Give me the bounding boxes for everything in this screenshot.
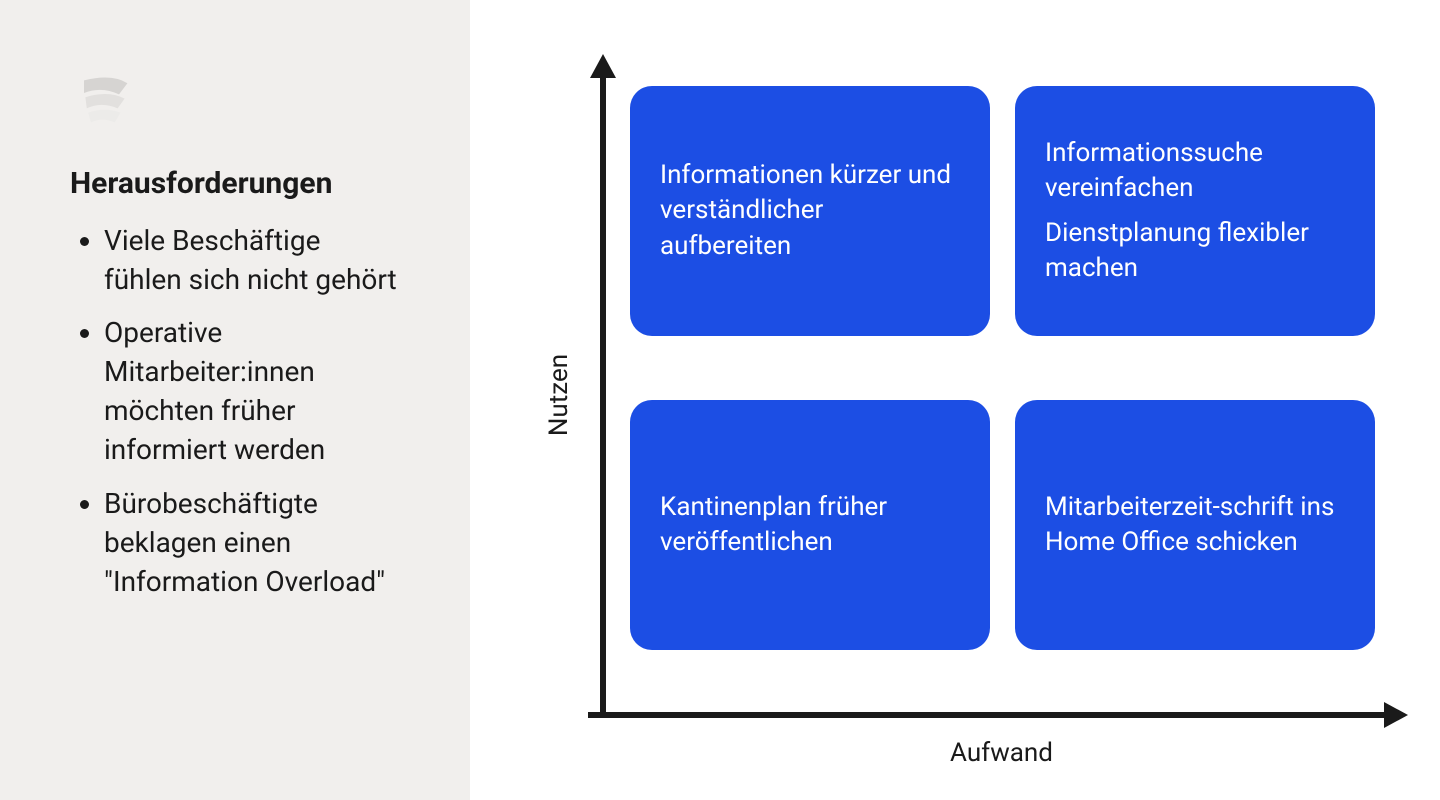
list-item: Viele Beschäftige fühlen sich nicht gehö… xyxy=(104,221,400,299)
quadrant-bottom-left: Kantinenplan früher veröffentlichen xyxy=(630,400,990,650)
quadrant-item: Informationen kürzer und verständlicher … xyxy=(660,158,960,263)
x-axis-label: Aufwand xyxy=(950,738,1053,768)
quadrant-item: Informationssuche vereinfachen xyxy=(1045,136,1345,206)
quadrant-bottom-right: Mitarbeiterzeit-schrift ins Home Office … xyxy=(1015,400,1375,650)
sidebar: Herausforderungen Viele Beschäftige fühl… xyxy=(0,0,470,800)
y-axis-label: Nutzen xyxy=(544,354,574,436)
sidebar-list: Viele Beschäftige fühlen sich nicht gehö… xyxy=(70,221,400,602)
slide: Herausforderungen Viele Beschäftige fühl… xyxy=(0,0,1440,800)
quadrant-top-left: Informationen kürzer und verständlicher … xyxy=(630,86,990,336)
x-axis-line xyxy=(588,700,1408,730)
list-item: Operative Mitarbeiter:innen möchten früh… xyxy=(104,313,400,470)
list-item: Bürobeschäftigte beklagen einen "Informa… xyxy=(104,484,400,602)
quadrant-item: Mitarbeiterzeit-schrift ins Home Office … xyxy=(1045,490,1345,560)
sidebar-title: Herausforderungen xyxy=(70,165,400,203)
y-axis-line xyxy=(588,54,618,714)
quadrant-top-right: Informationssuche vereinfachen Dienstpla… xyxy=(1015,86,1375,336)
quadrant-chart: Nutzen Aufwand Informationen kürzer und … xyxy=(470,0,1440,800)
quadrant-item: Dienstplanung flexibler machen xyxy=(1045,216,1345,286)
logo-icon xyxy=(70,65,140,135)
quadrant-item: Kantinenplan früher veröffentlichen xyxy=(660,490,960,560)
